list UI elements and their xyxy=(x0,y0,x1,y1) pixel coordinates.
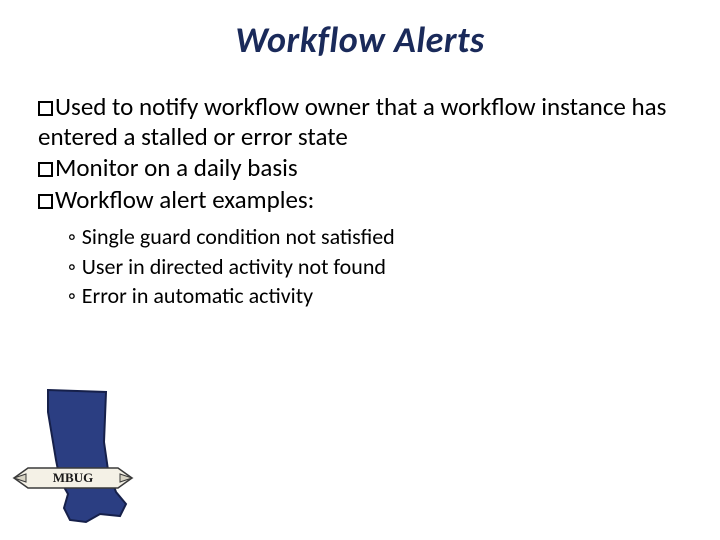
sub-bullet-text: Single guard condition not satisfied xyxy=(82,223,395,250)
ring-bullet-icon: ◦ xyxy=(68,281,76,311)
mbug-logo: MBUG xyxy=(8,382,148,532)
square-bullet-icon xyxy=(38,194,53,209)
bullet-item: Monitor on a daily basis xyxy=(38,153,690,183)
bullet-item: Used to notify workflow owner that a wor… xyxy=(38,92,690,151)
ring-bullet-icon: ◦ xyxy=(68,252,76,282)
slide-title: Workflow Alerts xyxy=(0,18,720,62)
bullet-text: Monitor on a daily basis xyxy=(55,152,298,183)
square-bullet-icon xyxy=(38,162,53,177)
sub-bullet-list: ◦Single guard condition not satisfied ◦U… xyxy=(68,222,690,311)
sub-bullet-item: ◦User in directed activity not found xyxy=(68,252,690,282)
sub-bullet-item: ◦Single guard condition not satisfied xyxy=(68,222,690,252)
slide-content: Used to notify workflow owner that a wor… xyxy=(38,92,690,311)
sub-bullet-text: User in directed activity not found xyxy=(82,253,386,280)
sub-bullet-item: ◦Error in automatic activity xyxy=(68,281,690,311)
bullet-item: Workflow alert examples: xyxy=(38,185,690,215)
ring-bullet-icon: ◦ xyxy=(68,222,76,252)
square-bullet-icon xyxy=(38,101,53,116)
logo-banner-text: MBUG xyxy=(53,470,93,485)
bullet-text: Workflow alert examples: xyxy=(55,184,314,215)
bullet-text: Used to notify workflow owner that a wor… xyxy=(38,91,666,152)
sub-bullet-text: Error in automatic activity xyxy=(82,282,313,309)
